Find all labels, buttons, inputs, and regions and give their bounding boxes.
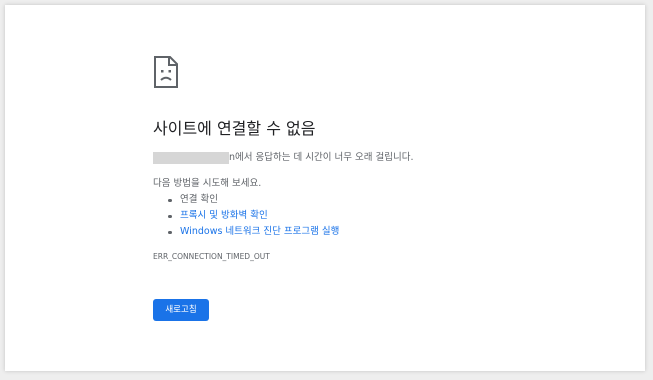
browser-page: 사이트에 연결할 수 없음 n 에서 응답하는 데 시간이 너무 오래 걸립니다.… (5, 5, 645, 371)
redacted-hostname (153, 152, 229, 164)
suggestion-check-connection: 연결 확인 (153, 192, 339, 208)
error-code: ERR_CONNECTION_TIMED_OUT (153, 252, 270, 261)
error-title: 사이트에 연결할 수 없음 (153, 119, 316, 138)
suggestions-title: 다음 방법을 시도해 보세요. (153, 178, 262, 189)
suggestions-list: 연결 확인 프록시 및 방화벽 확인 Windows 네트워크 진단 프로그램 … (153, 192, 339, 240)
suggestion-run-network-diagnostics-link[interactable]: Windows 네트워크 진단 프로그램 실행 (153, 224, 339, 240)
suggestion-check-proxy-firewall-link[interactable]: 프록시 및 방화벽 확인 (153, 208, 339, 224)
reload-button[interactable]: 새로고침 (153, 299, 209, 321)
error-reason-text: 에서 응답하는 데 시간이 너무 오래 걸립니다. (235, 152, 414, 163)
sad-document-icon (154, 56, 178, 88)
error-reason: n 에서 응답하는 데 시간이 너무 오래 걸립니다. (153, 151, 414, 165)
